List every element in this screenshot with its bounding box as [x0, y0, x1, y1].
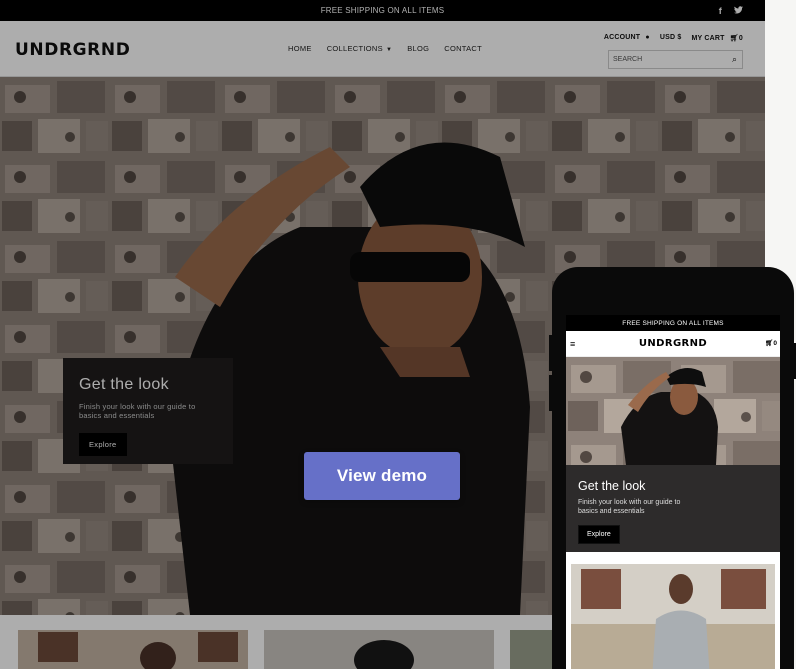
- mobile-explore-button[interactable]: Explore: [578, 524, 620, 544]
- phone-side-button: [549, 375, 553, 411]
- mobile-product-image: [571, 564, 775, 669]
- store-logo[interactable]: UNDRGRND: [15, 40, 130, 60]
- product-image: [264, 630, 494, 669]
- product-image: [18, 630, 248, 669]
- twitter-icon[interactable]: [734, 5, 743, 16]
- mobile-hero: [566, 357, 780, 465]
- view-demo-button[interactable]: View demo: [304, 452, 460, 500]
- nav-blog[interactable]: BLOG: [407, 44, 429, 53]
- utility-links: ACCOUNT ● USD $ MY CART 🛒︎0: [604, 34, 743, 42]
- product-thumb[interactable]: [18, 630, 248, 669]
- announcement-bar: FREE SHIPPING ON ALL ITEMS f: [0, 0, 765, 21]
- mobile-hero-card-title: Get the look: [578, 479, 646, 493]
- nav-contact[interactable]: CONTACT: [444, 44, 482, 53]
- social-links: f: [719, 0, 743, 21]
- facebook-icon[interactable]: f: [719, 6, 722, 16]
- account-label: ACCOUNT: [603, 34, 641, 41]
- mobile-hero-card: Get the look Finish your look with our g…: [566, 465, 780, 552]
- currency-selector[interactable]: USD $: [660, 34, 682, 42]
- nav-home[interactable]: HOME: [288, 44, 312, 53]
- nav-collections-label: COLLECTIONS: [326, 44, 383, 53]
- mobile-product-thumb[interactable]: [571, 564, 775, 669]
- mobile-logo[interactable]: UNDRGRND: [566, 338, 780, 349]
- hero-card-text: Finish your look with our guide to basic…: [79, 402, 196, 421]
- mobile-hero-image: [566, 357, 780, 465]
- user-icon: ●: [645, 34, 650, 41]
- mobile-header: ≡ UNDRGRND 🛒︎0: [566, 331, 780, 357]
- mobile-cart-count: 0: [773, 340, 777, 347]
- mobile-announcement-bar: FREE SHIPPING ON ALL ITEMS: [566, 315, 780, 331]
- mobile-cart[interactable]: 🛒︎0: [765, 339, 777, 347]
- cart-icon: 🛒︎: [729, 35, 739, 42]
- announcement-text: FREE SHIPPING ON ALL ITEMS: [320, 6, 445, 15]
- mobile-screen: FREE SHIPPING ON ALL ITEMS ≡ UNDRGRND 🛒︎…: [566, 315, 780, 669]
- phone-side-button: [549, 335, 553, 371]
- hero-card-title: Get the look: [79, 376, 169, 393]
- explore-button[interactable]: Explore: [79, 432, 127, 456]
- mobile-preview: FREE SHIPPING ON ALL ITEMS ≡ UNDRGRND 🛒︎…: [549, 267, 796, 669]
- cart-count: 0: [738, 35, 743, 42]
- mobile-hero-card-text: Finish your look with our guide to basic…: [578, 499, 681, 515]
- product-thumb[interactable]: [264, 630, 494, 669]
- search-placeholder: SEARCH: [613, 56, 643, 63]
- main-nav: HOME COLLECTIONS ▼ BLOG CONTACT: [288, 44, 482, 53]
- hero-card: Get the look Finish your look with our g…: [63, 358, 233, 464]
- nav-collections[interactable]: COLLECTIONS ▼: [327, 44, 392, 53]
- cart-label: MY CART: [691, 35, 725, 42]
- cart-link[interactable]: MY CART 🛒︎0: [691, 34, 743, 42]
- account-link[interactable]: ACCOUNT ●: [604, 34, 650, 42]
- chevron-down-icon: ▼: [385, 47, 393, 53]
- search-icon[interactable]: ⌕: [732, 54, 737, 65]
- search-input[interactable]: SEARCH ⌕: [608, 50, 743, 69]
